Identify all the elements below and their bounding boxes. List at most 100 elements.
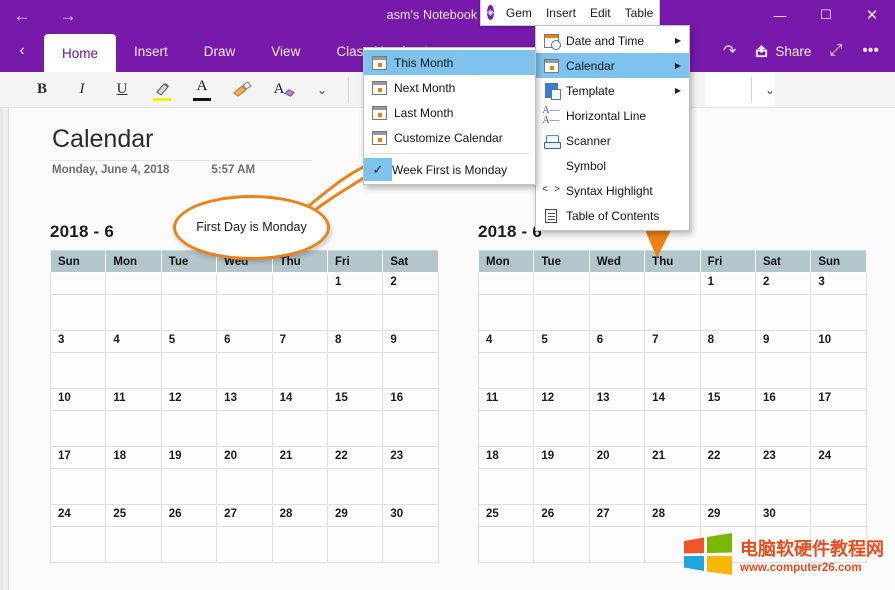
share-button[interactable]: Share (746, 44, 819, 59)
day-cell[interactable]: 7 (644, 330, 701, 353)
day-cell[interactable]: 9 (754, 330, 812, 353)
day-cell[interactable]: 17 (810, 388, 867, 411)
calendar-table[interactable]: Mon Tue Wed Thu Fri Sat Sun 1 2 3 4 5 6 7 8 9 10 11 12 13 1… (477, 250, 867, 563)
day-note-cell[interactable] (49, 294, 107, 331)
day-note-cell[interactable] (49, 410, 107, 447)
day-note-cell[interactable] (644, 352, 701, 389)
day-note-cell[interactable] (533, 352, 590, 389)
day-cell[interactable] (216, 272, 273, 295)
day-cell[interactable]: 11 (477, 388, 535, 411)
day-cell[interactable]: 19 (533, 446, 590, 469)
day-note-cell[interactable] (105, 352, 162, 389)
tab-insert[interactable]: Insert (116, 30, 186, 72)
day-cell[interactable]: 4 (105, 330, 162, 353)
day-note-cell[interactable] (382, 468, 439, 505)
day-note-cell[interactable] (588, 468, 646, 505)
day-note-cell[interactable] (216, 468, 273, 505)
gem-menu-table[interactable]: Table (618, 6, 661, 20)
day-note-cell[interactable] (326, 526, 384, 563)
calendar-menu-item-week-first-is-monday[interactable]: ✓ Week First is Monday (364, 157, 535, 182)
day-note-cell[interactable] (105, 410, 162, 447)
font-overflow-button[interactable]: ⌄ (302, 73, 342, 107)
day-cell[interactable]: 16 (382, 388, 439, 411)
day-cell[interactable]: 29 (326, 504, 384, 527)
day-cell[interactable]: 26 (160, 504, 218, 527)
day-cell[interactable]: 15 (326, 388, 384, 411)
format-painter-button[interactable] (222, 73, 262, 107)
day-cell[interactable]: 14 (644, 388, 701, 411)
day-note-cell[interactable] (326, 294, 384, 331)
day-cell[interactable]: 22 (699, 446, 756, 469)
insert-menu-item-table-of-contents[interactable]: Table of Contents (536, 203, 689, 228)
font-color-button[interactable]: A (182, 73, 222, 107)
day-note-cell[interactable] (699, 468, 756, 505)
day-cell[interactable]: 5 (160, 330, 218, 353)
forward-arrow-icon[interactable]: → (58, 7, 78, 24)
day-note-cell[interactable] (533, 294, 590, 331)
day-cell[interactable]: 8 (699, 330, 756, 353)
day-cell[interactable]: 11 (105, 388, 162, 411)
maximize-button[interactable]: ☐ (803, 0, 849, 30)
day-note-cell[interactable] (49, 526, 107, 563)
day-cell[interactable]: 27 (588, 504, 646, 527)
calendar-menu-item-next-month[interactable]: Next Month (364, 75, 535, 100)
day-cell[interactable]: 21 (271, 446, 328, 469)
tab-view[interactable]: View (253, 30, 318, 72)
day-cell[interactable]: 22 (326, 446, 384, 469)
day-cell[interactable]: 18 (105, 446, 162, 469)
day-note-cell[interactable] (271, 468, 328, 505)
day-note-cell[interactable] (477, 294, 535, 331)
ribbon-expand-button[interactable]: ⌄ (750, 73, 790, 107)
day-cell[interactable]: 28 (271, 504, 328, 527)
calendar-menu-item-customize-calendar[interactable]: Customize Calendar (364, 125, 535, 150)
day-cell[interactable]: 30 (754, 504, 812, 527)
day-cell[interactable] (160, 272, 218, 295)
day-note-cell[interactable] (754, 352, 812, 389)
calendar-menu-item-this-month[interactable]: This Month (364, 50, 535, 75)
day-note-cell[interactable] (49, 352, 107, 389)
day-note-cell[interactable] (326, 468, 384, 505)
day-cell[interactable]: 1 (326, 272, 384, 295)
day-cell[interactable] (810, 504, 867, 527)
day-cell[interactable]: 4 (477, 330, 535, 353)
day-cell[interactable]: 10 (49, 388, 107, 411)
gem-menu-insert[interactable]: Insert (539, 6, 583, 20)
day-note-cell[interactable] (588, 410, 646, 447)
day-cell[interactable]: 14 (271, 388, 328, 411)
calendar-table[interactable]: Sun Mon Tue Wed Thu Fri Sat 1 2 3 4 5 6 7 8 9 10 11 12 13 1… (49, 250, 439, 563)
day-cell[interactable] (533, 272, 590, 295)
day-cell[interactable]: 28 (644, 504, 701, 527)
day-cell[interactable]: 24 (49, 504, 107, 527)
day-note-cell[interactable] (216, 526, 273, 563)
day-cell[interactable]: 8 (326, 330, 384, 353)
day-cell[interactable]: 2 (754, 272, 812, 295)
day-cell[interactable]: 18 (477, 446, 535, 469)
day-cell[interactable]: 23 (754, 446, 812, 469)
day-cell[interactable]: 19 (160, 446, 218, 469)
day-note-cell[interactable] (271, 352, 328, 389)
day-cell[interactable]: 7 (271, 330, 328, 353)
clear-formatting-button[interactable]: A (262, 73, 302, 107)
day-cell[interactable]: 25 (477, 504, 535, 527)
day-note-cell[interactable] (699, 410, 756, 447)
day-note-cell[interactable] (216, 294, 273, 331)
day-note-cell[interactable] (382, 410, 439, 447)
day-note-cell[interactable] (160, 410, 218, 447)
day-note-cell[interactable] (49, 468, 107, 505)
day-note-cell[interactable] (644, 410, 701, 447)
more-options-icon[interactable]: ••• (852, 30, 889, 72)
minimize-button[interactable]: — (757, 0, 803, 30)
day-cell[interactable]: 27 (216, 504, 273, 527)
day-cell[interactable]: 13 (216, 388, 273, 411)
back-arrow-icon[interactable]: ← (12, 7, 32, 24)
day-note-cell[interactable] (216, 352, 273, 389)
day-cell[interactable]: 6 (216, 330, 273, 353)
day-cell[interactable]: 12 (160, 388, 218, 411)
day-note-cell[interactable] (271, 410, 328, 447)
day-note-cell[interactable] (105, 468, 162, 505)
day-note-cell[interactable] (105, 526, 162, 563)
day-note-cell[interactable] (644, 468, 701, 505)
calendar-menu-item-last-month[interactable]: Last Month (364, 100, 535, 125)
day-cell[interactable]: 3 (810, 272, 867, 295)
day-cell[interactable]: 24 (810, 446, 867, 469)
